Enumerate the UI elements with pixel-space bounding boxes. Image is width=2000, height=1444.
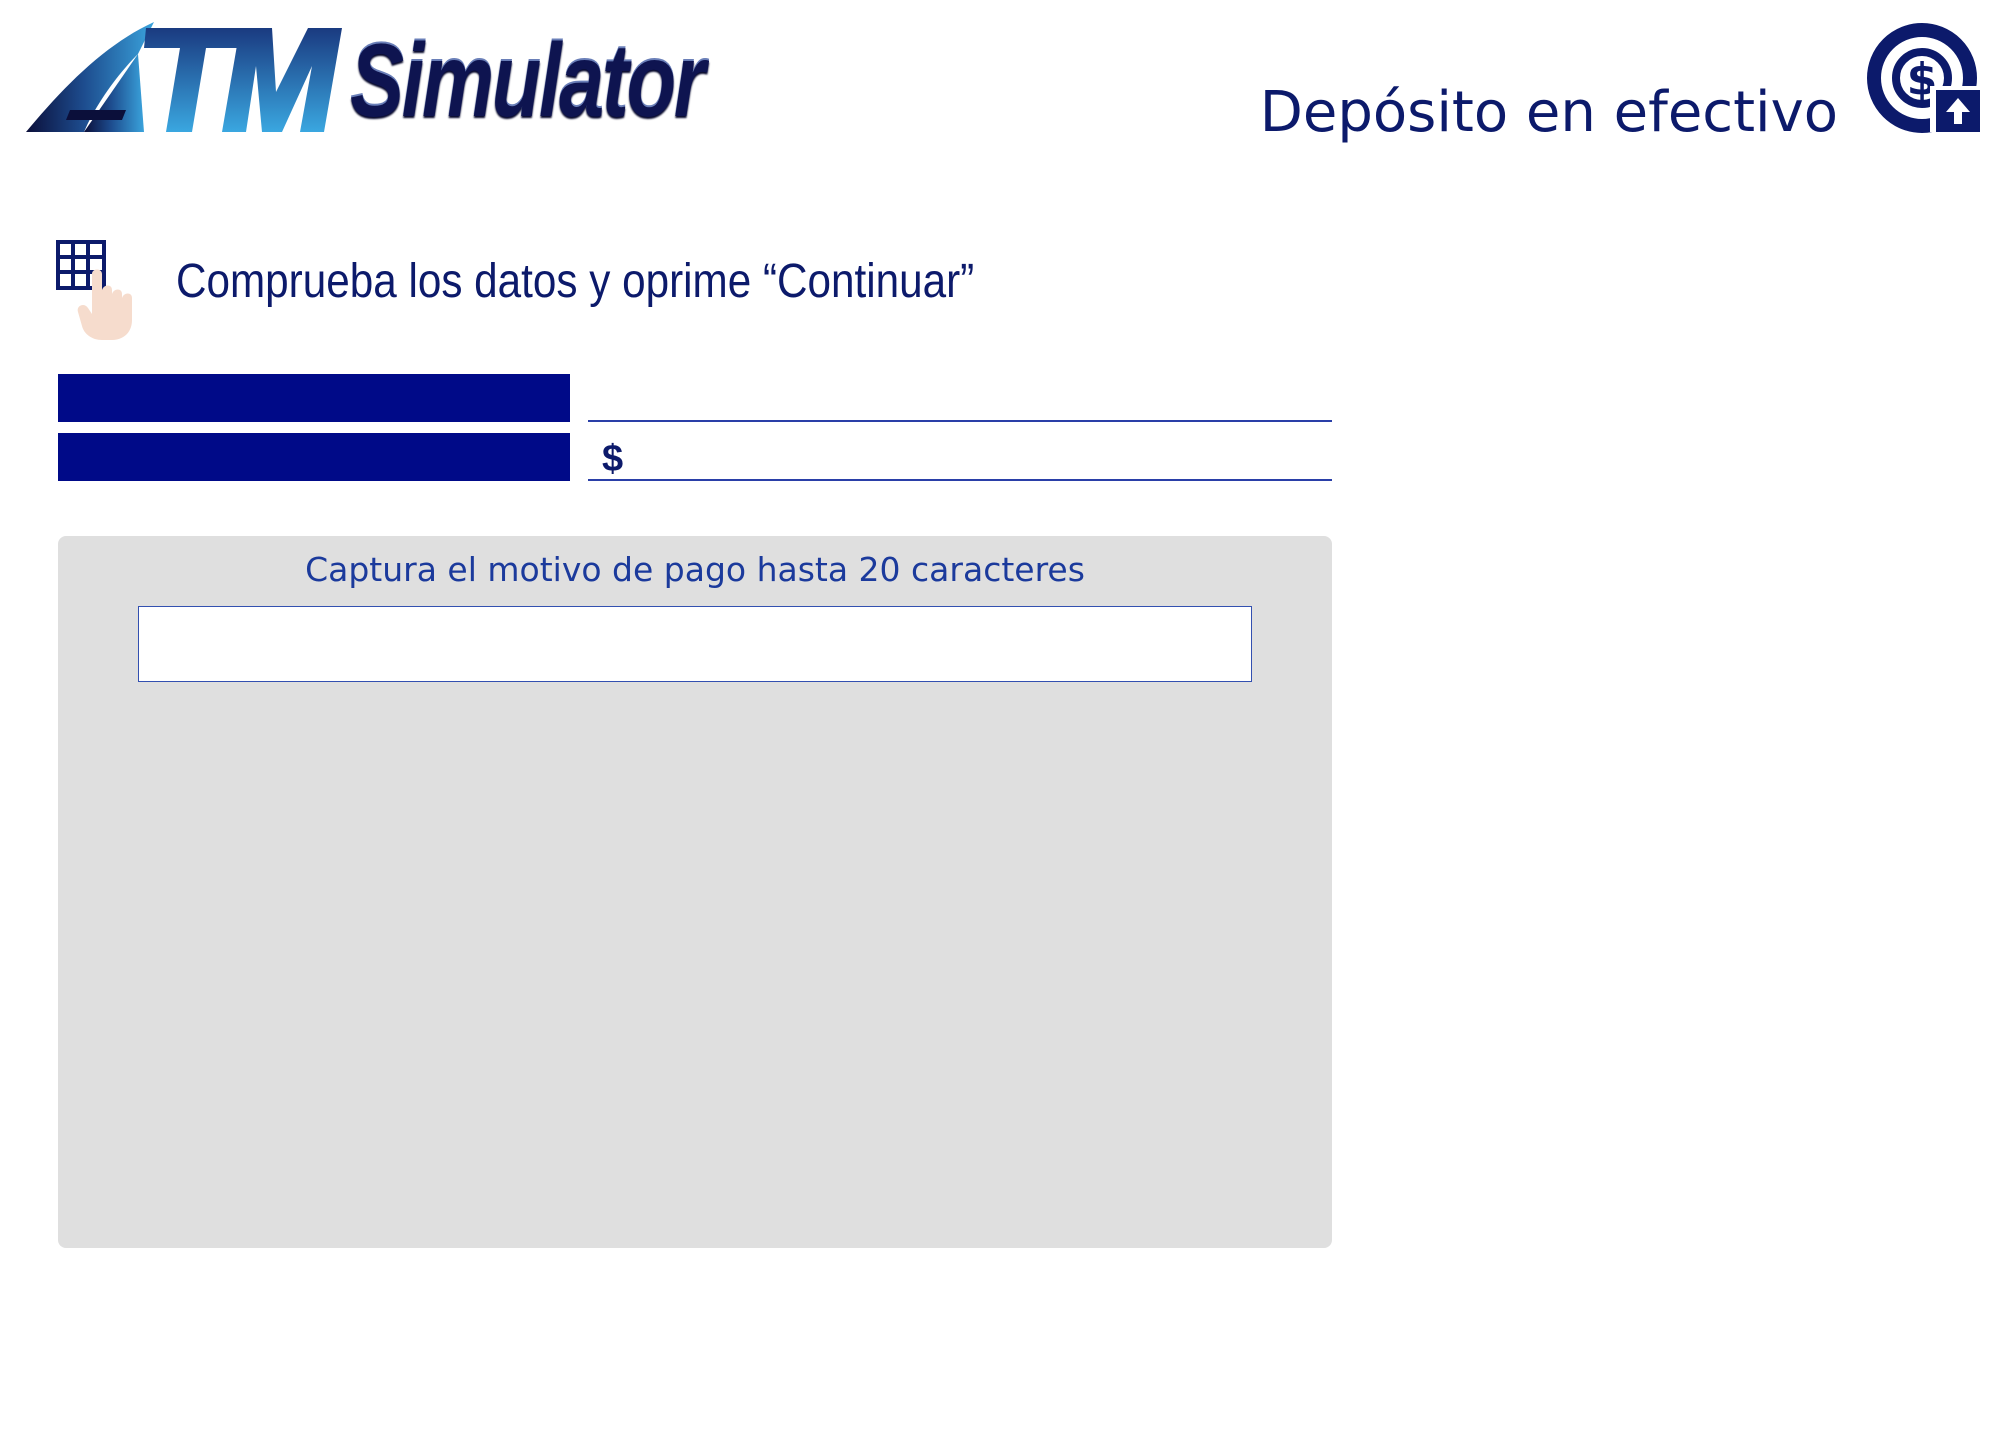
atm-screen: Simulator Depósito en efectivo $ Comprue… — [0, 0, 2000, 1444]
data-row-2: $ — [58, 433, 1332, 481]
data-row-2-value-field: $ — [588, 433, 1332, 481]
data-row-1-label — [58, 374, 570, 422]
payment-reason-input[interactable] — [138, 606, 1252, 682]
cash-deposit-icon: $ — [1867, 23, 1980, 133]
data-row-1 — [58, 374, 1332, 422]
keypad-hand-icon — [56, 240, 132, 340]
payment-reason-panel: Captura el motivo de pago hasta 20 carac… — [58, 536, 1332, 1248]
logo-simulator-text: Simulator — [350, 23, 705, 139]
screen-title: Depósito en efectivo — [1259, 80, 1838, 145]
data-row-1-value-field — [588, 374, 1332, 422]
instruction-text: Comprueba los datos y oprime “Continuar” — [176, 255, 975, 308]
payment-reason-label: Captura el motivo de pago hasta 20 carac… — [305, 550, 1085, 589]
data-row-2-currency: $ — [602, 438, 624, 480]
atm-logo-mark — [26, 22, 342, 132]
data-row-2-label — [58, 433, 570, 481]
atm-simulator-logo: Simulator — [26, 14, 706, 144]
